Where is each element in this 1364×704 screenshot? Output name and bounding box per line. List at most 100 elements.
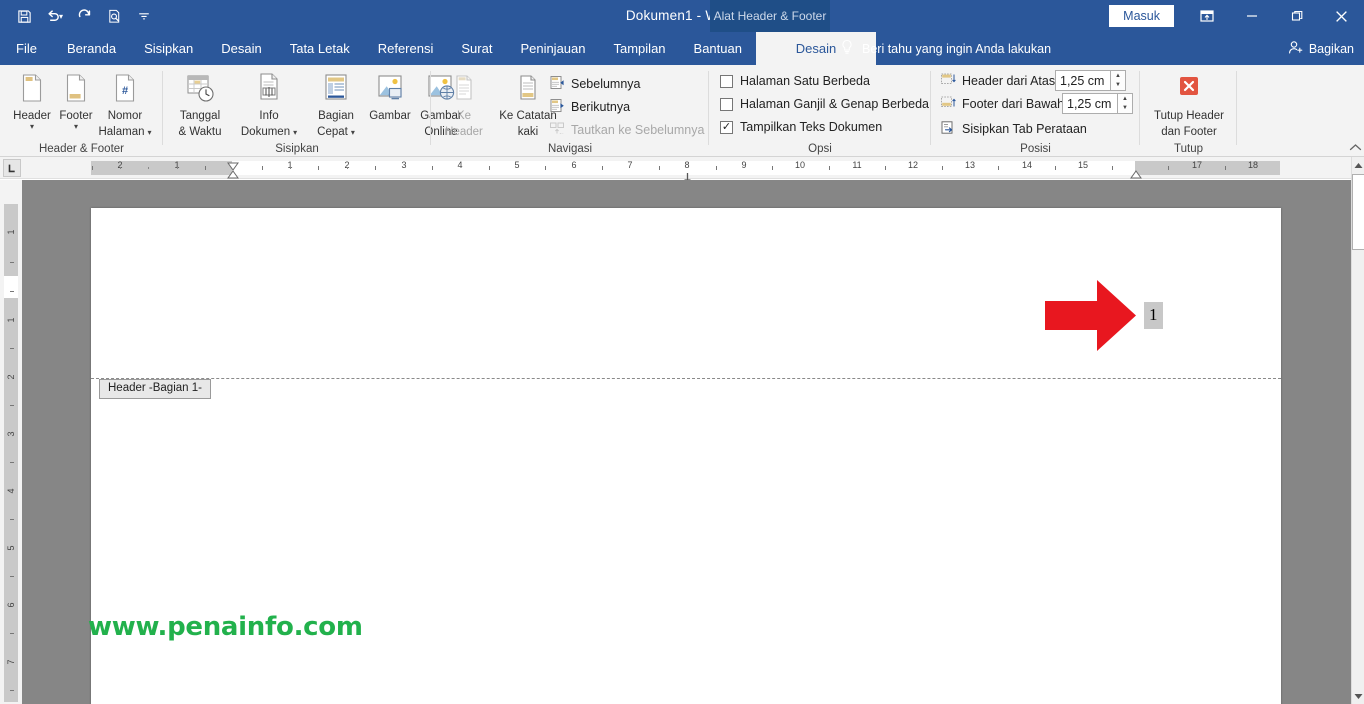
spin-up[interactable]: ▲ (1118, 94, 1132, 104)
header-from-top-spin-buttons[interactable]: ▲ ▼ (1111, 70, 1126, 91)
minimize-button[interactable] (1229, 0, 1274, 32)
ruler-tick-9: 9 (741, 160, 747, 170)
tab-referensi[interactable]: Referensi (364, 32, 448, 65)
checkbox-halaman-ganjil-genap-berbeda[interactable]: Halaman Ganjil & Genap Berbeda (720, 94, 929, 114)
page-number-label-1: Nomor (107, 110, 143, 122)
ruler-tick-4: 4 (457, 160, 463, 170)
ruler-tick-18: 18 (1247, 160, 1259, 170)
tab-beranda[interactable]: Beranda (53, 32, 130, 65)
page-number-field[interactable]: 1 (1144, 302, 1163, 329)
tell-me-box[interactable]: Beri tahu yang ingin Anda lakukan (840, 32, 1051, 65)
header-from-top-label: Header dari Atas: (962, 73, 1059, 88)
tab-peninjauan[interactable]: Peninjauan (506, 32, 599, 65)
next-section-button[interactable]: Berikutnya (549, 96, 630, 117)
footer-from-bottom-label: Footer dari Bawah: (962, 96, 1068, 111)
quick-parts-label-2: Cepat (317, 126, 348, 138)
vruler-body-area (4, 298, 18, 702)
horizontal-ruler[interactable]: 2 1 1 2 3 4 5 6 7 8 9 10 11 12 13 14 15 … (0, 157, 1351, 187)
tab-bantuan[interactable]: Bantuan (680, 32, 756, 65)
picture-icon (373, 69, 407, 107)
previous-section-button[interactable]: Sebelumnya (549, 73, 641, 94)
checkbox-label: Halaman Satu Berbeda (740, 74, 870, 88)
vruler-num-5: 5 (6, 545, 16, 551)
tell-me-placeholder: Beri tahu yang ingin Anda lakukan (862, 41, 1052, 56)
alignment-tab-label: Sisipkan Tab Perataan (962, 121, 1087, 136)
page-number-button[interactable]: # Nomor Halaman ▾ (92, 69, 158, 139)
checkbox-tampilkan-teks-dokumen[interactable]: ✓ Tampilkan Teks Dokumen (720, 117, 882, 137)
undo-icon[interactable]: ▾ (40, 2, 68, 30)
print-preview-icon[interactable] (100, 2, 128, 30)
footer-from-bottom-spinner[interactable]: ▲ ▼ (1062, 93, 1133, 114)
redo-icon[interactable] (70, 2, 98, 30)
tab-sisipkan[interactable]: Sisipkan (130, 32, 207, 65)
spin-down[interactable]: ▼ (1111, 81, 1125, 91)
ribbon-group-header-footer: Header ▾ Footer ▾ # Nomor Halaman ▾ Head… (0, 65, 163, 157)
quick-parts-dropdown-caret[interactable]: ▾ (351, 128, 355, 137)
save-icon[interactable] (10, 2, 38, 30)
ruler-right-margin (1135, 161, 1280, 175)
tab-tata-letak[interactable]: Tata Letak (276, 32, 364, 65)
share-label: Bagikan (1308, 41, 1354, 56)
ruler-tick-5: 5 (514, 160, 520, 170)
footer-from-bottom-icon (940, 95, 957, 113)
share-button[interactable]: Bagikan (1288, 32, 1354, 65)
vruler-num-7: 7 (6, 659, 16, 665)
tab-tampilan[interactable]: Tampilan (600, 32, 680, 65)
footer-dropdown-caret[interactable]: ▾ (74, 123, 78, 131)
vruler-num-1-top: 1 (6, 229, 16, 235)
red-arrow-annotation (1043, 278, 1138, 358)
header-from-top-input[interactable] (1055, 70, 1111, 91)
close-header-footer-button[interactable]: Tutup Header dan Footer (1144, 69, 1234, 139)
alignment-tab-button[interactable]: Sisipkan Tab Perataan (940, 118, 1087, 139)
scroll-thumb[interactable] (1352, 174, 1364, 250)
link-to-previous-icon (549, 121, 565, 139)
vertical-scrollbar[interactable] (1351, 157, 1364, 704)
goto-header-button[interactable]: Ke Header (437, 69, 491, 139)
spin-down[interactable]: ▼ (1118, 104, 1132, 114)
header-dropdown-caret[interactable]: ▾ (30, 123, 34, 131)
checkbox-halaman-satu-berbeda[interactable]: Halaman Satu Berbeda (720, 71, 870, 91)
chevron-up-icon[interactable] (1349, 143, 1362, 154)
document-info-button[interactable]: Info Dokumen ▾ (233, 69, 305, 139)
document-info-label-1: Info (259, 110, 279, 122)
vruler-num-1: 1 (6, 317, 16, 323)
footer-from-bottom-spin-buttons[interactable]: ▲ ▼ (1118, 93, 1133, 114)
quick-parts-button[interactable]: Bagian Cepat ▾ (308, 69, 364, 139)
tab-file[interactable]: File (0, 32, 53, 65)
spin-up[interactable]: ▲ (1111, 71, 1125, 81)
document-info-dropdown-caret[interactable]: ▾ (293, 128, 297, 137)
maximize-restore-button[interactable] (1274, 0, 1319, 32)
picture-button[interactable]: Gambar (364, 69, 416, 123)
header-boundary-line (91, 378, 1281, 379)
undo-dropdown-caret[interactable]: ▾ (59, 12, 63, 21)
group-label-header-footer: Header & Footer (38, 143, 124, 155)
group-label-navigasi: Navigasi (547, 143, 593, 155)
footer-from-bottom-input[interactable] (1062, 93, 1118, 114)
vruler-num-6: 6 (6, 602, 16, 608)
page-number-label-2-row: Halaman ▾ (98, 126, 151, 139)
ribbon-display-options-icon[interactable] (1184, 0, 1229, 32)
tab-surat[interactable]: Surat (447, 32, 506, 65)
document-page[interactable]: 1 Header -Bagian 1- www.penainfo.com (88, 208, 1281, 704)
left-tab-icon[interactable] (3, 159, 21, 177)
tab-desain[interactable]: Desain (207, 32, 275, 65)
vruler-num-3: 3 (6, 431, 16, 437)
customize-qat-icon[interactable] (130, 2, 158, 30)
document-info-label-2-row: Dokumen ▾ (241, 126, 297, 139)
document-canvas[interactable]: 1 Header -Bagian 1- www.penainfo.com (22, 180, 1351, 704)
link-to-previous-button[interactable]: Tautkan ke Sebelumnya (549, 119, 704, 140)
ruler-tick-10: 10 (794, 160, 806, 170)
sign-in-button[interactable]: Masuk (1109, 5, 1174, 27)
vertical-ruler[interactable]: 1 1 2 3 4 5 6 7 (0, 180, 22, 704)
scroll-down-icon[interactable] (1352, 688, 1364, 704)
scroll-up-icon[interactable] (1352, 157, 1364, 173)
ruler-tick-17: 17 (1191, 160, 1203, 170)
date-time-label-2: & Waktu (178, 126, 222, 138)
document-info-label-2: Dokumen (240, 126, 291, 138)
date-time-button[interactable]: Tanggal & Waktu (169, 69, 231, 139)
close-button[interactable] (1319, 0, 1364, 32)
page-number-dropdown-caret[interactable]: ▾ (148, 128, 152, 137)
ribbon-group-posisi: Header dari Atas: ▲ ▼ Footer dari Bawah:… (931, 65, 1140, 157)
header-from-top-spinner[interactable]: ▲ ▼ (1055, 70, 1126, 91)
title-bar: ▾ Dokumen1 - Word Alat Header & Footer M… (0, 0, 1364, 32)
